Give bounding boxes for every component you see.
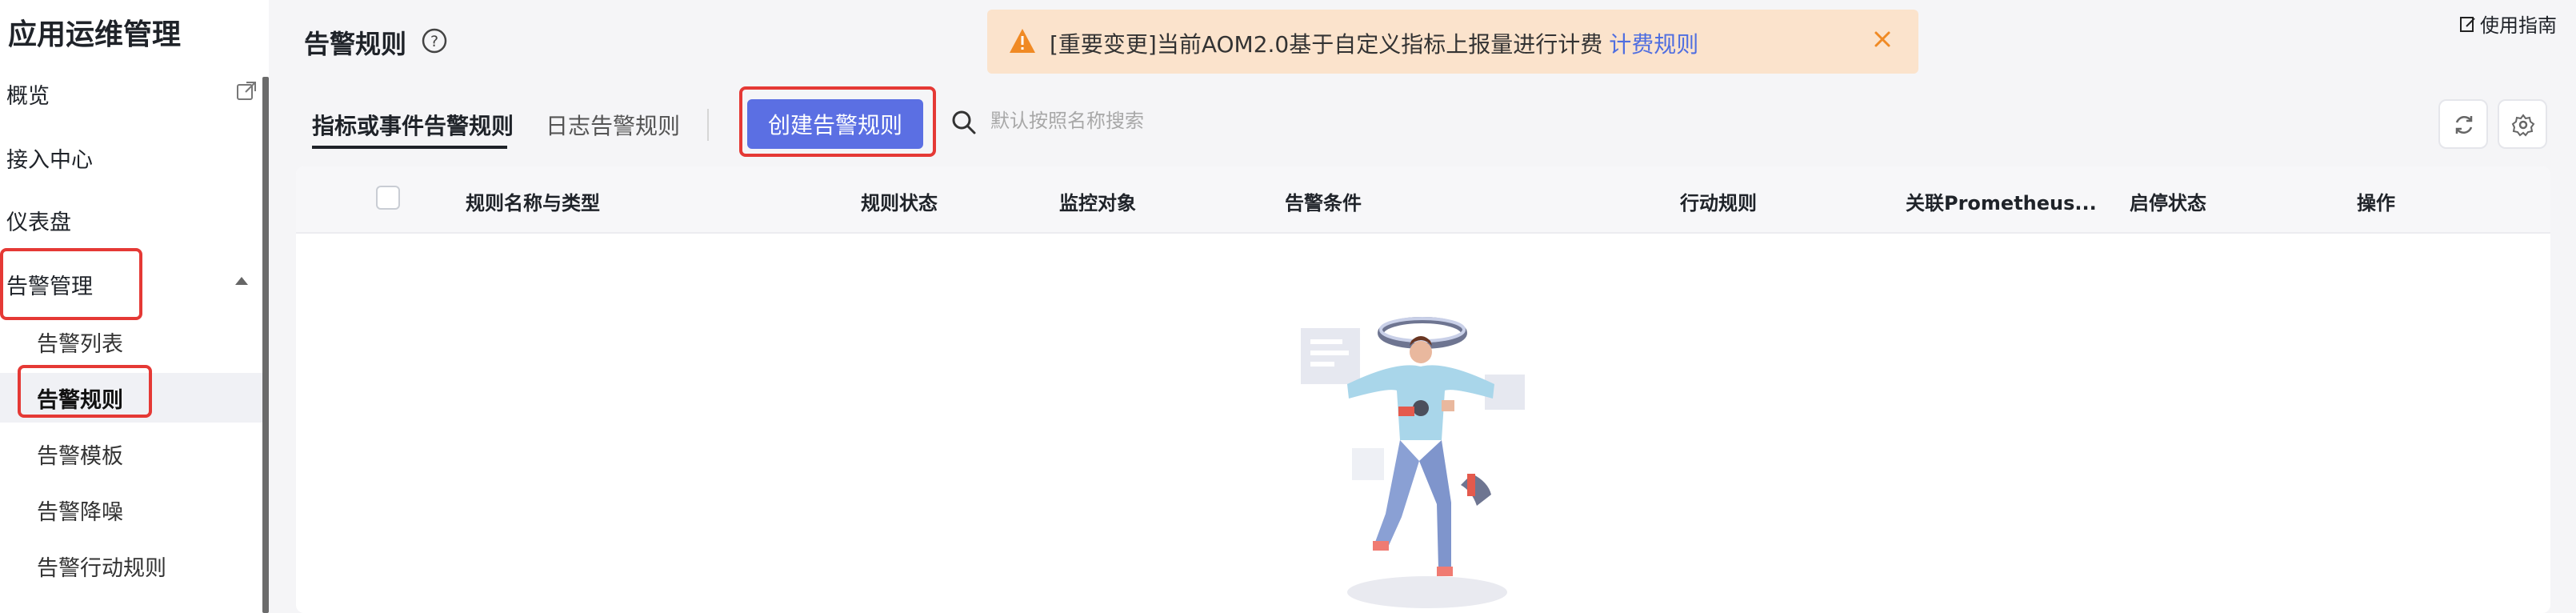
notice-banner: [重要变更]当前AOM2.0基于自定义指标上报量进行计费 计费规则: [987, 10, 1918, 74]
search-input[interactable]: [989, 104, 1312, 138]
column-header-enable-status[interactable]: 启停状态: [2130, 187, 2206, 215]
warning-icon: [1010, 29, 1035, 53]
sidebar-item-alarm-action-rules[interactable]: 告警行动规则: [37, 551, 166, 582]
sidebar-item-alarm-noise-reduction[interactable]: 告警降噪: [37, 495, 123, 526]
sidebar-scrollbar[interactable]: [262, 77, 269, 613]
refresh-icon: [2455, 115, 2473, 134]
sidebar-item-dashboard[interactable]: 仪表盘: [6, 205, 71, 236]
table-header: 规则名称与类型 规则状态 监控对象 告警条件 行动规则 关联Prometheus…: [296, 166, 2550, 234]
sidebar-item-access-center[interactable]: 接入中心: [6, 142, 93, 174]
tab-log-rules[interactable]: 日志告警规则: [546, 109, 680, 141]
billing-rules-link[interactable]: 计费规则: [1609, 31, 1698, 58]
empty-state-illustration: [1301, 317, 1525, 608]
user-guide-link[interactable]: 使用指南: [2459, 10, 2557, 38]
highlight-box-alarm-rules: [18, 365, 152, 418]
column-header-prometheus[interactable]: 关联Prometheus...: [1906, 187, 2097, 215]
banner-text: [重要变更]当前AOM2.0基于自定义指标上报量进行计费: [1050, 31, 1603, 58]
column-header-monitored-object[interactable]: 监控对象: [1059, 187, 1136, 215]
edit-doc-icon: [2460, 16, 2475, 32]
tab-metric-event-rules[interactable]: 指标或事件告警规则: [312, 109, 514, 141]
svg-text:?: ?: [430, 33, 438, 50]
user-guide-label: 使用指南: [2480, 14, 2557, 37]
sidebar-item-overview[interactable]: 概览: [6, 78, 50, 110]
collapse-caret-icon[interactable]: [235, 277, 248, 285]
external-link-icon[interactable]: [235, 80, 258, 102]
tab-divider: [707, 109, 709, 141]
sidebar-item-alarm-templates[interactable]: 告警模板: [37, 439, 123, 470]
app-title: 应用运维管理: [8, 18, 182, 51]
column-header-rule-status[interactable]: 规则状态: [861, 187, 938, 215]
close-icon[interactable]: [1869, 26, 1896, 53]
banner-text-wrap: [重要变更]当前AOM2.0基于自定义指标上报量进行计费 计费规则: [1050, 27, 1698, 59]
refresh-button[interactable]: [2438, 99, 2488, 149]
highlight-box-alarm-management: [0, 248, 142, 320]
column-header-name-type[interactable]: 规则名称与类型: [466, 187, 600, 215]
gear-icon: [2511, 114, 2535, 137]
settings-button[interactable]: [2498, 99, 2547, 149]
search-icon: [952, 110, 976, 134]
column-header-alarm-condition[interactable]: 告警条件: [1285, 187, 1362, 215]
column-header-operation[interactable]: 操作: [2357, 187, 2395, 215]
create-alarm-rule-button[interactable]: 创建告警规则: [747, 99, 923, 149]
page-title: 告警规则: [304, 29, 407, 59]
rules-table: 规则名称与类型 规则状态 监控对象 告警条件 行动规则 关联Prometheus…: [296, 166, 2550, 613]
sidebar-item-alarm-list[interactable]: 告警列表: [37, 327, 123, 358]
active-tab-indicator: [312, 146, 507, 149]
help-icon[interactable]: ?: [421, 27, 448, 54]
select-all-checkbox[interactable]: [376, 186, 400, 210]
column-header-action-rule[interactable]: 行动规则: [1680, 187, 1757, 215]
